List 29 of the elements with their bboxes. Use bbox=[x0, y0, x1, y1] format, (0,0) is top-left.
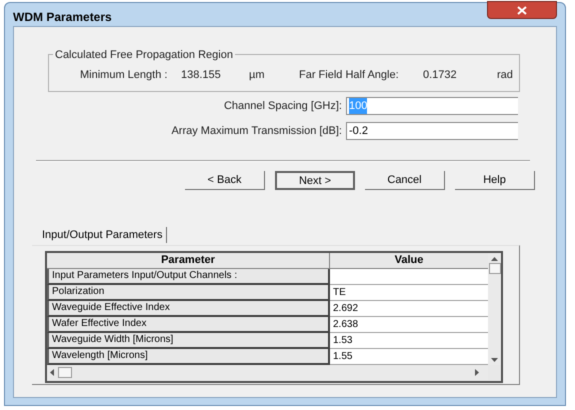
value-text: 138.155 bbox=[181, 68, 221, 83]
field-label: Array Maximum Transmission [dB]: bbox=[170, 124, 343, 139]
table-cell: 2.638 bbox=[330, 317, 488, 333]
table-cell: Wavelength [Microns] bbox=[47, 349, 330, 365]
table-cell: 2.692 bbox=[330, 301, 488, 317]
field-label: Channel Spacing [GHz]: bbox=[222, 98, 343, 114]
table-cell: Polarization bbox=[47, 285, 330, 301]
table-cell: TE bbox=[330, 285, 488, 301]
dialog-button[interactable]: Next > bbox=[275, 171, 355, 190]
unit-label: rad bbox=[497, 68, 513, 83]
dialog-button[interactable]: < Back bbox=[185, 171, 265, 190]
table-cell: 1.55 bbox=[330, 349, 488, 365]
input-field[interactable]: -0.2 bbox=[346, 122, 518, 140]
table-cell: 1.53 bbox=[330, 333, 488, 349]
group-title: Calculated Free Propagation Region bbox=[53, 47, 235, 64]
unit-label: µm bbox=[249, 68, 265, 83]
table-cell: Waveguide Effective Index bbox=[47, 301, 330, 317]
dialog-button[interactable]: Cancel bbox=[365, 171, 445, 190]
window-title: WDM Parameters bbox=[13, 9, 112, 26]
value-text: 0.1732 bbox=[423, 68, 457, 83]
tab[interactable]: Input/Output Parameters bbox=[38, 227, 168, 243]
dialog-button[interactable]: Help bbox=[455, 171, 535, 190]
field-label: Far Field Half Angle: bbox=[299, 68, 399, 83]
table-cell: Waveguide Width [Microns] bbox=[47, 333, 330, 349]
column-header[interactable]: Value bbox=[330, 253, 488, 268]
column-header[interactable]: Parameter bbox=[47, 253, 330, 268]
field-label: Minimum Length : bbox=[80, 68, 168, 83]
table-cell: Input Parameters Input/Output Channels : bbox=[47, 269, 330, 285]
table-cell: Wafer Effective Index bbox=[47, 317, 330, 333]
